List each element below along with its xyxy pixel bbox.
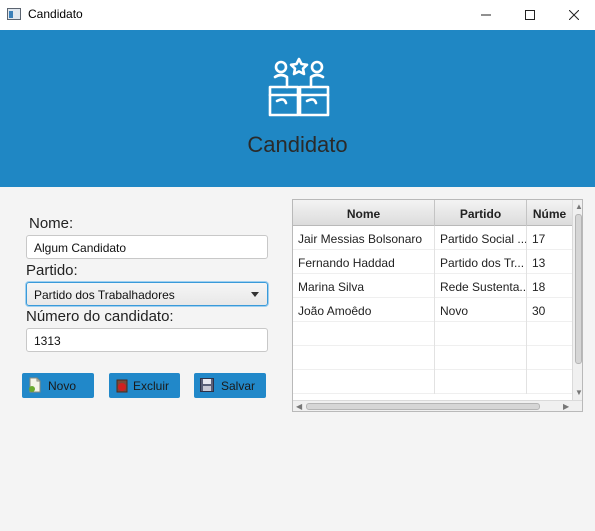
scroll-down-icon[interactable]: ▼ (575, 389, 582, 397)
new-document-icon (29, 377, 41, 393)
close-icon (569, 10, 579, 20)
cell-numero: 13 (527, 250, 573, 274)
title-bar: Candidato (0, 0, 595, 30)
scroll-right-icon[interactable]: ▶ (563, 403, 569, 411)
cell-numero: 30 (527, 298, 573, 322)
table-row[interactable]: Jair Messias Bolsonaro Partido Social ..… (293, 226, 573, 250)
cell-numero: 18 (527, 274, 573, 298)
excluir-button[interactable]: Excluir (109, 373, 180, 398)
candidates-table[interactable]: Nome Partido Núme Jair Messias Bolsonaro… (292, 199, 583, 412)
partido-select[interactable]: Partido dos Trabalhadores (26, 282, 268, 306)
cell-nome: João Amoêdo (293, 298, 435, 322)
salvar-button[interactable]: Salvar (194, 373, 266, 398)
maximize-button[interactable] (507, 0, 553, 30)
save-disk-icon (200, 378, 214, 392)
nome-label: Nome: (29, 215, 74, 232)
horizontal-scroll-thumb[interactable] (306, 403, 540, 410)
salvar-button-label: Salvar (221, 379, 256, 393)
scroll-left-icon[interactable]: ◀ (296, 403, 302, 411)
cell-partido: Partido dos Tr... (435, 250, 527, 274)
candidates-podium-icon (268, 57, 330, 117)
partido-label: Partido: (26, 262, 78, 279)
cell-nome: Jair Messias Bolsonaro (293, 226, 435, 250)
header-banner: Candidato (0, 30, 595, 187)
cell-partido: Partido Social ... (435, 226, 527, 250)
banner-title: Candidato (247, 132, 348, 157)
cell-nome: Marina Silva (293, 274, 435, 298)
delete-icon (116, 379, 128, 393)
scroll-up-icon[interactable]: ▲ (575, 203, 582, 211)
numero-label: Número do candidato: (26, 308, 174, 325)
excluir-button-label: Excluir (133, 379, 170, 393)
cell-partido: Rede Sustenta... (435, 274, 527, 298)
column-header-partido[interactable]: Partido (435, 200, 527, 226)
column-header-numero[interactable]: Núme (527, 200, 573, 226)
table-row[interactable]: João Amoêdo Novo 30 (293, 298, 573, 322)
nome-input[interactable]: Algum Candidato (26, 235, 268, 259)
table-row-empty (293, 370, 573, 394)
maximize-icon (525, 10, 535, 20)
cell-partido: Novo (435, 298, 527, 322)
cell-nome: Fernando Haddad (293, 250, 435, 274)
table-row[interactable]: Fernando Haddad Partido dos Tr... 13 (293, 250, 573, 274)
horizontal-scrollbar[interactable]: ◀ ▶ (293, 400, 582, 411)
table-row-empty (293, 322, 573, 346)
app-icon (7, 8, 21, 20)
novo-button[interactable]: Novo (22, 373, 94, 398)
close-button[interactable] (551, 0, 595, 30)
table-header: Nome Partido Núme (293, 200, 573, 226)
window-title: Candidato (28, 7, 83, 21)
minimize-icon (481, 14, 491, 16)
vertical-scroll-thumb[interactable] (575, 214, 582, 364)
novo-button-label: Novo (48, 379, 77, 393)
table-row-empty (293, 346, 573, 370)
partido-selected-value: Partido dos Trabalhadores (34, 288, 175, 302)
vertical-scrollbar[interactable]: ▲ ▼ (572, 200, 582, 400)
minimize-button[interactable] (463, 0, 509, 30)
numero-input[interactable]: 1313 (26, 328, 268, 352)
column-header-nome[interactable]: Nome (293, 200, 435, 226)
chevron-down-icon (251, 292, 259, 297)
cell-numero: 17 (527, 226, 573, 250)
table-row[interactable]: Marina Silva Rede Sustenta... 18 (293, 274, 573, 298)
